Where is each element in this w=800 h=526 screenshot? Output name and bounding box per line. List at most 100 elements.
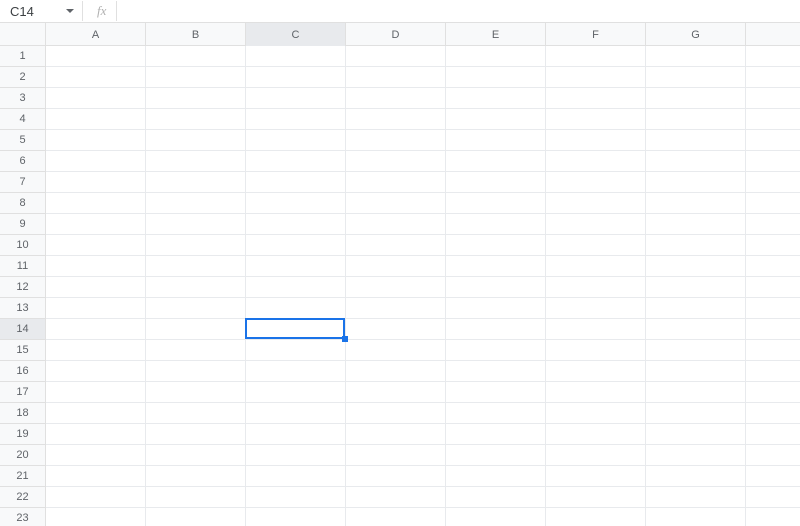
cell[interactable] [446, 151, 546, 172]
row-header[interactable]: 22 [0, 487, 45, 508]
cell[interactable] [446, 256, 546, 277]
cell[interactable] [546, 130, 646, 151]
cell[interactable] [546, 214, 646, 235]
cell[interactable] [546, 361, 646, 382]
row-header[interactable]: 16 [0, 361, 45, 382]
cell[interactable] [546, 193, 646, 214]
cell[interactable] [246, 382, 346, 403]
cell[interactable] [646, 382, 746, 403]
cell[interactable] [746, 172, 800, 193]
cell[interactable] [346, 235, 446, 256]
cell[interactable] [546, 382, 646, 403]
cell[interactable] [146, 382, 246, 403]
cell[interactable] [346, 151, 446, 172]
cell[interactable] [246, 109, 346, 130]
cell[interactable] [646, 487, 746, 508]
cell[interactable] [546, 487, 646, 508]
cell[interactable] [146, 46, 246, 67]
cell[interactable] [546, 88, 646, 109]
cell[interactable] [46, 46, 146, 67]
cell[interactable] [746, 382, 800, 403]
cell[interactable] [346, 298, 446, 319]
cell[interactable] [246, 88, 346, 109]
cell[interactable] [246, 424, 346, 445]
row-header[interactable]: 17 [0, 382, 45, 403]
cell[interactable] [146, 319, 246, 340]
cell[interactable] [546, 67, 646, 88]
cell[interactable] [546, 151, 646, 172]
cell[interactable] [246, 445, 346, 466]
cell[interactable] [446, 235, 546, 256]
cell[interactable] [546, 340, 646, 361]
cell[interactable] [346, 172, 446, 193]
cell[interactable] [446, 67, 546, 88]
cell[interactable] [46, 214, 146, 235]
cell[interactable] [146, 277, 246, 298]
cell[interactable] [46, 130, 146, 151]
row-header[interactable]: 13 [0, 298, 45, 319]
cell[interactable] [446, 340, 546, 361]
row-header[interactable]: 2 [0, 67, 45, 88]
cell[interactable] [646, 193, 746, 214]
column-header[interactable]: E [446, 23, 546, 46]
row-header[interactable]: 14 [0, 319, 45, 340]
cell[interactable] [646, 151, 746, 172]
cell[interactable] [246, 466, 346, 487]
cell[interactable] [146, 256, 246, 277]
chevron-down-icon[interactable] [66, 9, 74, 13]
cell[interactable] [46, 193, 146, 214]
selection-fill-handle[interactable] [342, 336, 348, 342]
cell[interactable] [446, 487, 546, 508]
column-header[interactable]: F [546, 23, 646, 46]
formula-input[interactable] [117, 1, 800, 21]
cell[interactable] [746, 88, 800, 109]
cell[interactable] [446, 319, 546, 340]
cell[interactable] [46, 109, 146, 130]
cell[interactable] [346, 445, 446, 466]
cell[interactable] [346, 340, 446, 361]
row-header[interactable]: 18 [0, 403, 45, 424]
cell[interactable] [46, 466, 146, 487]
cell[interactable] [646, 508, 746, 526]
cell[interactable] [246, 130, 346, 151]
cell[interactable] [646, 235, 746, 256]
cell[interactable] [746, 235, 800, 256]
cell[interactable] [146, 235, 246, 256]
cell[interactable] [446, 88, 546, 109]
cell[interactable] [246, 361, 346, 382]
cell[interactable] [46, 340, 146, 361]
cell[interactable] [46, 403, 146, 424]
cell[interactable] [646, 67, 746, 88]
cell[interactable] [346, 508, 446, 526]
cell[interactable] [746, 319, 800, 340]
cell[interactable] [46, 487, 146, 508]
cell[interactable] [246, 340, 346, 361]
cell[interactable] [646, 424, 746, 445]
cell[interactable] [446, 424, 546, 445]
cell[interactable] [246, 172, 346, 193]
cell[interactable] [546, 508, 646, 526]
cell[interactable] [646, 46, 746, 67]
cell[interactable] [46, 235, 146, 256]
row-header[interactable]: 23 [0, 508, 45, 526]
cell[interactable] [746, 256, 800, 277]
row-header[interactable]: 9 [0, 214, 45, 235]
cell[interactable] [746, 46, 800, 67]
cell[interactable] [446, 508, 546, 526]
cell[interactable] [146, 88, 246, 109]
cell[interactable] [446, 277, 546, 298]
cell[interactable] [46, 88, 146, 109]
cell[interactable] [646, 88, 746, 109]
row-header[interactable]: 12 [0, 277, 45, 298]
row-header[interactable]: 1 [0, 46, 45, 67]
cell[interactable] [646, 277, 746, 298]
cell[interactable] [746, 67, 800, 88]
cell[interactable] [246, 508, 346, 526]
cell[interactable] [746, 424, 800, 445]
cell[interactable] [746, 193, 800, 214]
cell[interactable] [746, 445, 800, 466]
cell[interactable] [146, 193, 246, 214]
cell[interactable] [546, 319, 646, 340]
cell[interactable] [546, 172, 646, 193]
row-header[interactable]: 19 [0, 424, 45, 445]
